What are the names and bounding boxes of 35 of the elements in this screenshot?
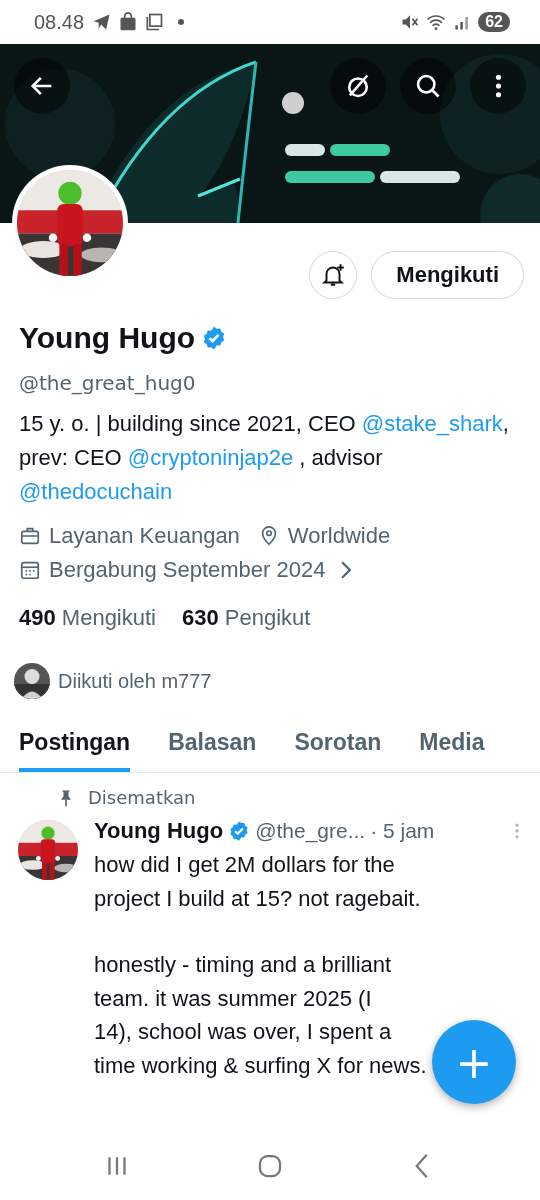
- profile-info-text: Layanan Keuangan: [49, 523, 240, 549]
- post-time: · 5 jam: [370, 819, 435, 843]
- follow-stat-link[interactable]: 490 Mengikuti: [19, 605, 156, 631]
- calendar-icon: [19, 559, 41, 581]
- profile-bio: 15 y. o. | building since 2021, CEO @stake_shark, prev: CEO @cryptoninjap2e , advisor @thedocuchain: [19, 410, 510, 506]
- post-author-handle[interactable]: @the_gre...: [255, 819, 366, 843]
- profile-handle: @the_great_hug0: [18, 370, 197, 395]
- shopping-bag-icon: [118, 12, 139, 32]
- pinned-label: Disematkan: [88, 787, 196, 808]
- post-author-name[interactable]: Young Hugo: [94, 818, 224, 844]
- post-text-line: team. it was summer 2025 (I: [94, 984, 372, 1013]
- follow-stat-link[interactable]: 630 Pengikut: [182, 605, 311, 631]
- profile-tab[interactable]: Media: [419, 729, 485, 772]
- dot-icon: [176, 17, 187, 27]
- post-text-line: time working & surfing X for news.: [94, 1051, 427, 1080]
- profile-tab[interactable]: Postingan: [19, 729, 131, 772]
- followed-by-text[interactable]: Diikuti oleh m777: [58, 669, 212, 693]
- chevron-right-icon[interactable]: [341, 561, 352, 579]
- wifi-icon: [426, 12, 447, 32]
- post-text-line: 14), school was over, I spent a: [94, 1018, 392, 1046]
- briefcase-icon: [19, 525, 41, 547]
- post-text-line: project I build at 15? not ragebait.: [94, 884, 421, 913]
- profile-tab[interactable]: Sorotan: [294, 729, 382, 772]
- following-button[interactable]: Mengikuti: [371, 251, 524, 299]
- notification-button[interactable]: [309, 251, 358, 299]
- profile-info-text: Bergabung September 2024: [49, 557, 326, 583]
- bell-plus-icon: [320, 262, 347, 288]
- profile-name: Young Hugo: [19, 321, 196, 355]
- post-text-line: honestly - timing and a brilliant: [94, 951, 392, 979]
- post-text-line: how did I get 2M dollars for the: [94, 851, 395, 879]
- windows-icon: [144, 12, 165, 32]
- profile-info-text: Worldwide: [287, 523, 391, 549]
- profile-tab[interactable]: Balasan: [168, 729, 257, 772]
- battery-indicator: 62: [478, 12, 510, 32]
- status-time: 08.48: [34, 10, 85, 34]
